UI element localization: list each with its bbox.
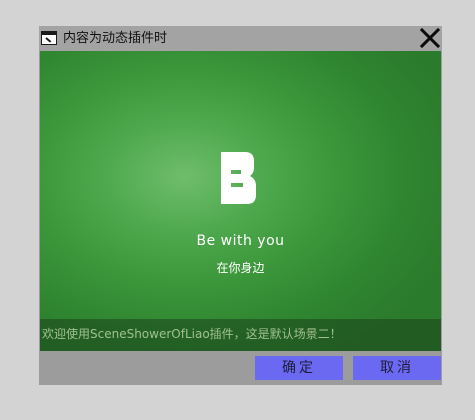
dialog-title: 内容为动态插件时 (63, 31, 168, 46)
tagline-chinese: 在你身边 (216, 261, 265, 275)
close-button[interactable] (419, 27, 441, 49)
letter-b-logo-icon (221, 152, 257, 204)
close-icon (419, 27, 441, 49)
dialog-window: 内容为动态插件时 Be with you 在你身边 欢迎使用SceneShowe… (39, 26, 442, 385)
welcome-message: 欢迎使用SceneShowerOfLiao插件，这是默认场景二！ (42, 327, 342, 341)
window-icon (41, 31, 57, 45)
title-bar: 内容为动态插件时 (39, 26, 442, 51)
plugin-content-area: Be with you 在你身边 欢迎使用SceneShowerOfLiao插件… (40, 51, 441, 351)
cancel-button[interactable]: 取消 (353, 356, 441, 380)
ok-button[interactable]: 确定 (255, 356, 343, 380)
welcome-banner: 欢迎使用SceneShowerOfLiao插件，这是默认场景二！ (40, 319, 441, 351)
tagline-english: Be with you (196, 233, 285, 249)
